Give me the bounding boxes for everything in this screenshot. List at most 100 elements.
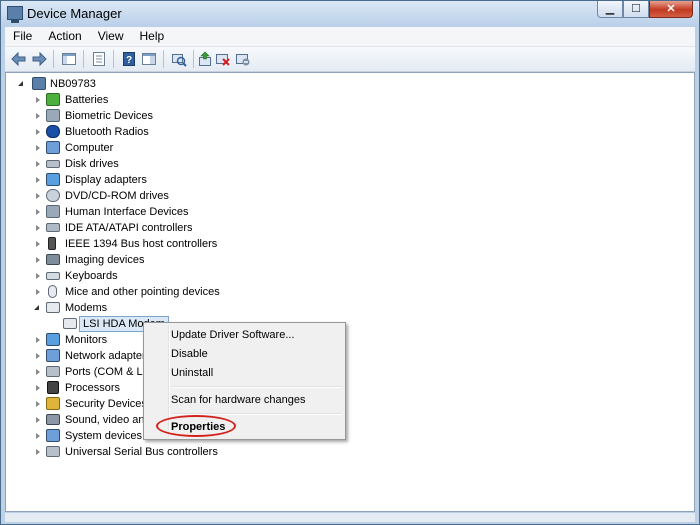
help-icon[interactable]: ? [121, 51, 137, 67]
tree-item-label: Processors [65, 382, 121, 394]
network-adapter-icon [46, 349, 60, 362]
expand-arrow-icon[interactable] [36, 257, 40, 263]
menu-separator [171, 413, 342, 415]
tree-item-label: Monitors [65, 334, 108, 346]
tree-item-label: DVD/CD-ROM drives [65, 190, 169, 202]
expand-arrow-icon[interactable] [36, 177, 40, 183]
tree-item-ieee1394[interactable]: IEEE 1394 Bus host controllers [34, 236, 334, 252]
tree-item-ide[interactable]: IDE ATA/ATAPI controllers [34, 220, 334, 236]
tree-item-label: IEEE 1394 Bus host controllers [65, 238, 218, 250]
computer-icon [32, 77, 46, 90]
expand-arrow-icon[interactable] [36, 145, 40, 151]
show-hide-tree-icon[interactable] [61, 51, 77, 67]
expand-arrow-icon[interactable] [36, 209, 40, 215]
expand-arrow-icon[interactable] [36, 129, 40, 135]
tree-item-hid[interactable]: Human Interface Devices [34, 204, 334, 220]
tree-root-label: NB09783 [50, 78, 96, 90]
tree-item-label: Imaging devices [65, 254, 145, 266]
tree-item-mice[interactable]: Mice and other pointing devices [34, 284, 334, 300]
toolbar-separator [193, 50, 194, 68]
menu-disable[interactable]: Disable [171, 348, 208, 360]
expand-arrow-icon[interactable] [36, 241, 40, 247]
tree-item-usb[interactable]: Universal Serial Bus controllers [34, 444, 334, 460]
expand-arrow-icon[interactable] [36, 385, 40, 391]
modem-icon [46, 302, 60, 313]
status-bar [5, 513, 695, 522]
disk-drive-icon [46, 160, 60, 168]
tree-item-batteries[interactable]: Batteries [34, 92, 334, 108]
usb-icon [46, 446, 60, 457]
display-adapter-icon [46, 173, 60, 186]
menu-separator [171, 386, 342, 388]
tree-item-label: Modems [65, 302, 108, 314]
expand-arrow-icon[interactable] [36, 289, 40, 295]
toolbar: ? [5, 47, 695, 72]
device-tree[interactable]: NB09783 Batteries Biometric Devices Blue… [5, 72, 695, 512]
window-controls: ▁ ☐ ✕ [597, 1, 693, 18]
menu-scan-hardware[interactable]: Scan for hardware changes [171, 394, 306, 406]
tree-item-bluetooth[interactable]: Bluetooth Radios [34, 124, 334, 140]
toolbar-separator [83, 50, 84, 68]
processor-icon [47, 381, 59, 394]
expand-arrow-icon[interactable] [36, 401, 40, 407]
tree-item-label: Ports (COM & LP [65, 366, 150, 378]
expand-arrow-icon[interactable] [36, 97, 40, 103]
tree-item-label: Universal Serial Bus controllers [65, 446, 218, 458]
tree-item-modems[interactable]: Modems [34, 300, 334, 316]
tree-item-biometric[interactable]: Biometric Devices [34, 108, 334, 124]
tree-root[interactable]: NB09783 [18, 76, 218, 92]
menu-help[interactable]: Help [132, 27, 173, 45]
tree-item-label: Network adapter [65, 350, 146, 362]
forward-icon[interactable] [31, 51, 47, 67]
scan-hardware-icon[interactable] [171, 51, 187, 67]
properties-icon[interactable] [91, 51, 107, 67]
disable-icon[interactable] [235, 51, 251, 67]
menu-view[interactable]: View [90, 27, 132, 45]
tree-item-display-adapters[interactable]: Display adapters [34, 172, 334, 188]
action-pane-icon[interactable] [141, 51, 157, 67]
tree-item-label: Security Devices [65, 398, 147, 410]
back-icon[interactable] [11, 51, 27, 67]
expand-arrow-icon[interactable] [36, 193, 40, 199]
close-button[interactable]: ✕ [649, 1, 693, 18]
biometric-icon [46, 109, 60, 122]
expand-arrow-icon[interactable] [36, 417, 40, 423]
tree-item-label: Bluetooth Radios [65, 126, 149, 138]
hid-icon [46, 205, 60, 218]
expand-arrow-icon[interactable] [36, 225, 40, 231]
expand-arrow-icon[interactable] [36, 353, 40, 359]
expand-arrow-icon[interactable] [36, 337, 40, 343]
menu-uninstall[interactable]: Uninstall [171, 367, 213, 379]
collapse-arrow-icon[interactable] [34, 305, 39, 310]
tree-item-label: Display adapters [65, 174, 147, 186]
maximize-button[interactable]: ☐ [623, 1, 649, 18]
expand-arrow-icon[interactable] [36, 273, 40, 279]
tree-item-disk-drives[interactable]: Disk drives [34, 156, 334, 172]
expand-arrow-icon[interactable] [36, 113, 40, 119]
tree-item-keyboards[interactable]: Keyboards [34, 268, 334, 284]
uninstall-icon[interactable] [215, 51, 231, 67]
tree-item-dvd-drives[interactable]: DVD/CD-ROM drives [34, 188, 334, 204]
port-icon [46, 366, 60, 377]
device-manager-icon [7, 6, 23, 23]
collapse-arrow-icon[interactable] [18, 81, 23, 86]
toolbar-separator [113, 50, 114, 68]
minimize-button[interactable]: ▁ [597, 1, 623, 18]
expand-arrow-icon[interactable] [36, 369, 40, 375]
menu-file[interactable]: File [5, 27, 40, 45]
menu-update-driver[interactable]: Update Driver Software... [171, 329, 295, 341]
tree-item-label: Disk drives [65, 158, 119, 170]
update-driver-icon[interactable] [197, 51, 213, 67]
camera-icon [46, 254, 60, 265]
tree-item-imaging[interactable]: Imaging devices [34, 252, 334, 268]
tree-item-computer[interactable]: Computer [34, 140, 334, 156]
expand-arrow-icon[interactable] [36, 449, 40, 455]
expand-arrow-icon[interactable] [36, 433, 40, 439]
menu-action[interactable]: Action [40, 27, 89, 45]
expand-arrow-icon[interactable] [36, 161, 40, 167]
ide-controller-icon [46, 223, 60, 232]
tree-item-label: Computer [65, 142, 114, 154]
menu-bar: File Action View Help [5, 27, 695, 47]
system-devices-icon [46, 429, 60, 442]
menu-properties[interactable]: Properties [171, 421, 225, 433]
